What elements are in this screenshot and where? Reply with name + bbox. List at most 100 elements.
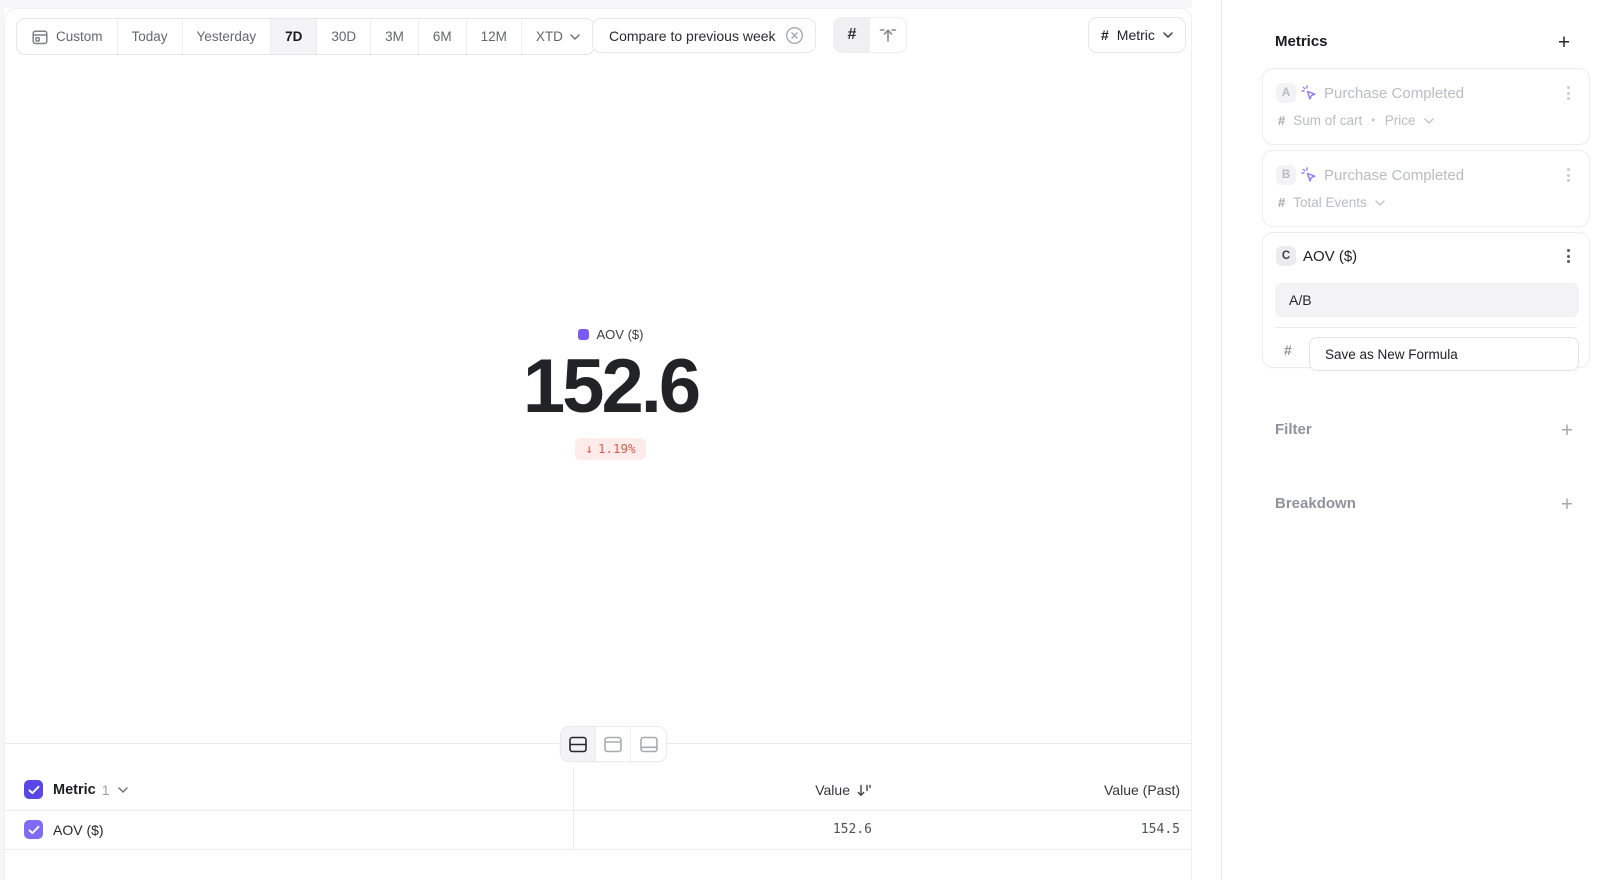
page-background-strip xyxy=(0,0,1192,8)
hash-icon: # xyxy=(1284,342,1292,358)
table-only-view-button[interactable] xyxy=(631,727,666,761)
number-format-toggle[interactable]: # xyxy=(834,18,870,52)
date-range-label: XTD xyxy=(536,29,563,44)
date-range-label: Today xyxy=(132,29,168,44)
date-range-label: 6M xyxy=(433,29,452,44)
table-column-divider xyxy=(573,767,574,849)
add-breakdown-button[interactable]: + xyxy=(1556,493,1578,515)
chart-only-view-icon xyxy=(603,736,623,753)
metric-options-kebab-icon[interactable] xyxy=(1560,246,1576,266)
legend-label: AOV ($) xyxy=(597,327,644,342)
measure-label: Total Events xyxy=(1293,195,1367,210)
table-header-divider xyxy=(4,810,1192,811)
date-range-7d[interactable]: 7D xyxy=(271,19,317,54)
table-metric-count: 1 xyxy=(102,782,110,798)
metric-measure-dropdown[interactable]: # Total Events xyxy=(1278,195,1385,210)
metric-key-badge: B xyxy=(1276,165,1296,185)
filter-section-title: Filter xyxy=(1275,421,1312,438)
formula-input[interactable]: A/B xyxy=(1275,283,1579,317)
breakdown-section-title: Breakdown xyxy=(1275,495,1356,512)
check-icon xyxy=(28,825,40,835)
change-percent: 1.19% xyxy=(598,441,636,456)
table-row-divider xyxy=(4,849,1192,850)
date-range-30d[interactable]: 30D xyxy=(317,19,371,54)
big-number-value: 152.6 xyxy=(0,349,1221,425)
date-range-yesterday[interactable]: Yesterday xyxy=(183,19,272,54)
row-checkbox[interactable] xyxy=(24,820,43,839)
metric-card-b[interactable]: B Purchase Completed # Total Events xyxy=(1262,150,1590,227)
date-range-label: 7D xyxy=(285,29,302,44)
hash-icon: # xyxy=(1278,113,1285,128)
date-range-3m[interactable]: 3M xyxy=(371,19,419,54)
split-view-button[interactable] xyxy=(561,727,596,761)
value-display-toggle: # xyxy=(833,17,907,53)
date-range-custom[interactable]: Custom xyxy=(17,19,118,54)
date-range-label: Yesterday xyxy=(197,29,257,44)
metric-options-kebab-icon[interactable] xyxy=(1560,83,1576,103)
compare-to-previous-week-chip[interactable]: Compare to previous week xyxy=(592,18,816,53)
chart-only-view-button[interactable] xyxy=(596,727,631,761)
add-filter-button[interactable]: + xyxy=(1556,419,1578,441)
chart-legend: AOV ($) xyxy=(0,327,1221,342)
row-value-past-cell: 154.5 xyxy=(1141,822,1180,837)
select-all-checkbox[interactable] xyxy=(24,780,43,799)
hash-icon: # xyxy=(1278,195,1285,210)
event-click-icon xyxy=(1300,84,1318,102)
table-header-metric-cell: Metric 1 xyxy=(24,780,128,799)
measure-label: Sum of cart xyxy=(1293,113,1362,128)
value-header-label: Value xyxy=(815,782,850,798)
arrow-down-icon: ↓ xyxy=(585,441,593,456)
value-past-header-label: Value (Past) xyxy=(1104,782,1180,798)
date-range-xtd-dropdown[interactable]: XTD xyxy=(522,19,594,54)
compare-chip-label: Compare to previous week xyxy=(609,28,776,44)
split-view-icon xyxy=(568,736,588,753)
align-top-toggle[interactable] xyxy=(870,18,906,52)
change-badge-row: ↓ 1.19% xyxy=(0,438,1221,460)
remove-compare-icon[interactable] xyxy=(785,26,804,45)
legend-color-swatch xyxy=(578,329,589,340)
row-metric-name: AOV ($) xyxy=(53,822,104,838)
card-divider xyxy=(1275,327,1577,328)
table-metric-header-label: Metric xyxy=(53,782,96,798)
check-icon xyxy=(28,785,40,795)
change-badge: ↓ 1.19% xyxy=(575,438,645,460)
metric-event-name: Purchase Completed xyxy=(1324,85,1464,102)
date-range-today[interactable]: Today xyxy=(118,19,183,54)
metric-options-kebab-icon[interactable] xyxy=(1560,165,1576,185)
breadcrumb-sep-icon: ‣ xyxy=(1370,114,1377,127)
date-range-label: 12M xyxy=(481,29,507,44)
calendar-icon xyxy=(31,28,49,46)
table-row: AOV ($) xyxy=(24,820,104,839)
chevron-down-icon xyxy=(1163,32,1173,38)
add-metric-button[interactable]: + xyxy=(1553,31,1575,53)
row-value-cell: 152.6 xyxy=(833,822,872,837)
chevron-down-icon xyxy=(1424,118,1434,124)
metric-dropdown-button[interactable]: # Metric xyxy=(1088,17,1186,53)
date-range-segmented-control: Custom Today Yesterday 7D 30D 3M 6M 12M … xyxy=(16,18,595,55)
sort-descending-icon[interactable] xyxy=(857,784,872,797)
chevron-down-icon xyxy=(1375,200,1385,206)
metric-dropdown-label: Metric xyxy=(1117,27,1155,43)
table-value-column-header[interactable]: Value xyxy=(815,782,872,798)
date-range-6m[interactable]: 6M xyxy=(419,19,467,54)
sidebar-divider xyxy=(1221,0,1222,880)
save-as-new-formula-button[interactable]: Save as New Formula xyxy=(1309,337,1579,371)
date-range-12m[interactable]: 12M xyxy=(467,19,522,54)
metric-card-c[interactable]: C AOV ($) A/B # Save as New Formula xyxy=(1262,232,1590,368)
view-switcher xyxy=(560,726,667,762)
table-value-past-column-header[interactable]: Value (Past) xyxy=(1104,782,1180,798)
measure-property-label: Price xyxy=(1385,113,1416,128)
hash-icon: # xyxy=(1101,27,1109,43)
metric-event-name: Purchase Completed xyxy=(1324,167,1464,184)
chevron-down-icon xyxy=(570,34,580,40)
metric-key-badge: A xyxy=(1276,83,1296,103)
date-range-label: Custom xyxy=(56,29,103,44)
align-top-icon xyxy=(878,25,898,45)
metric-card-a[interactable]: A Purchase Completed # Sum of cart ‣ Pri… xyxy=(1262,68,1590,145)
metric-measure-dropdown[interactable]: # Sum of cart ‣ Price xyxy=(1278,113,1434,128)
metric-key-badge: C xyxy=(1276,246,1296,266)
date-range-label: 3M xyxy=(385,29,404,44)
chevron-down-icon[interactable] xyxy=(118,787,128,793)
date-range-label: 30D xyxy=(331,29,356,44)
hash-icon: # xyxy=(848,26,857,44)
